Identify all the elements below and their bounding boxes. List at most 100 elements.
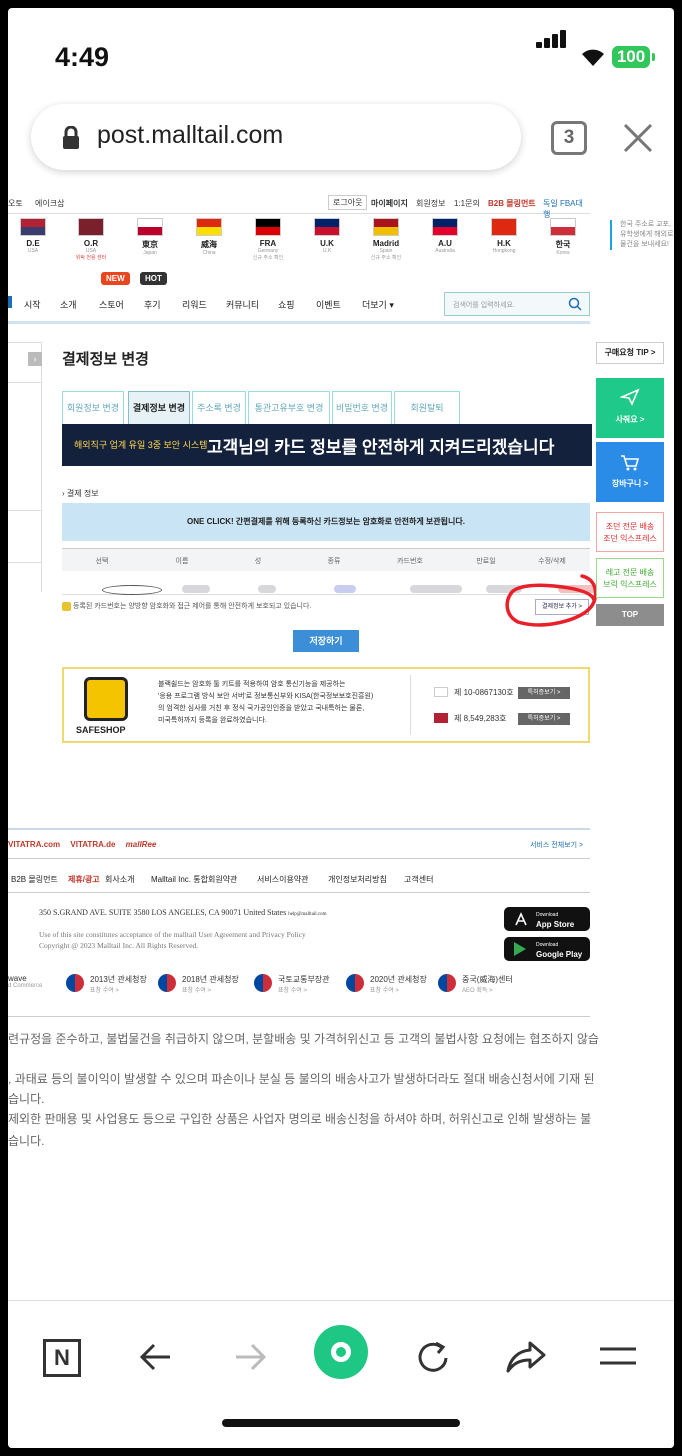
flag-item[interactable]: A.U Australia bbox=[420, 218, 470, 254]
flag-item[interactable]: U.K U.K bbox=[302, 218, 352, 254]
flag-label: FRA bbox=[259, 239, 277, 248]
nav-reward[interactable]: 리워드 bbox=[182, 298, 207, 311]
jordan-express-button[interactable]: 조던 전문 배송 조던 익스프레스 bbox=[596, 512, 664, 552]
service-all-link[interactable]: 서비스 전체보기 > bbox=[530, 840, 583, 850]
naver-home-icon[interactable]: N bbox=[43, 1339, 81, 1377]
fba-link[interactable]: 독일 FBA대행 bbox=[543, 198, 590, 220]
nav-event[interactable]: 이벤트 bbox=[316, 298, 341, 311]
country-flag-icon bbox=[196, 218, 222, 236]
patent-us-button[interactable]: 특허증보기 > bbox=[518, 713, 570, 725]
footer-link[interactable]: 고객센터 bbox=[404, 874, 433, 885]
col-edit-delete: 수정/삭제 bbox=[538, 558, 566, 565]
member-info-link[interactable]: 회원정보 bbox=[416, 198, 445, 209]
cart-button[interactable]: 장바구니 > bbox=[596, 442, 664, 502]
country-flag-icon bbox=[550, 218, 576, 236]
footer-link[interactable]: B2B 몰링먼트 bbox=[11, 874, 58, 885]
close-icon[interactable] bbox=[621, 121, 655, 155]
mypage-link[interactable]: 마이페이지 bbox=[371, 198, 408, 209]
table-header: 선택 이름 성 종류 카드번호 만료일 수정/삭제 bbox=[62, 549, 590, 571]
award-title: 2020년 관세청장 bbox=[370, 975, 427, 984]
award-item[interactable]: 2013년 관세청장 표창 수여 > bbox=[66, 974, 147, 994]
award-item[interactable]: 2020년 관세청장 표창 수여 > bbox=[346, 974, 427, 994]
award-item[interactable]: 중국(威海)센터 AEO 획득 > bbox=[438, 974, 513, 994]
footer-link[interactable]: 회사소개 bbox=[105, 874, 134, 885]
tab-customs-code[interactable]: 통관고유부호 변경 bbox=[248, 391, 330, 425]
section-label: › 결제 정보 bbox=[62, 489, 99, 498]
back-arrow-icon[interactable] bbox=[138, 1339, 174, 1375]
share-icon[interactable] bbox=[506, 1339, 546, 1375]
flag-label: Madrid bbox=[372, 239, 400, 248]
flag-label: 威海 bbox=[201, 240, 217, 249]
logout-button[interactable]: 로그아웃 bbox=[328, 195, 368, 210]
cart-icon bbox=[621, 455, 640, 471]
brick-express-button[interactable]: 레고 전문 배송 브릭 익스프레스 bbox=[596, 558, 664, 598]
nav-shopping[interactable]: 쇼핑 bbox=[278, 298, 295, 311]
nav-community[interactable]: 커뮤니티 bbox=[226, 298, 259, 311]
flag-item[interactable]: O.R USA 위탁 전용 센터 bbox=[66, 218, 116, 261]
award-title: 국토교통부장관 bbox=[278, 975, 330, 984]
tab-member-info[interactable]: 회원정보 변경 bbox=[62, 391, 124, 425]
wave-line: wave bbox=[8, 974, 27, 983]
footer-link[interactable]: 서비스이용약관 bbox=[257, 874, 309, 885]
buy-for-me-button[interactable]: 사줘요 > bbox=[596, 378, 664, 438]
award-emblem-icon bbox=[438, 974, 456, 992]
country-flag-icon bbox=[255, 218, 281, 236]
flag-item[interactable]: 한국 Korea bbox=[538, 218, 588, 256]
flag-label: H.K bbox=[497, 239, 511, 248]
award-sub: 표창 수여 > bbox=[278, 988, 307, 994]
tab-count-button[interactable]: 3 bbox=[551, 121, 587, 155]
topbar-link[interactable]: 오토 bbox=[8, 198, 23, 209]
address-bar[interactable]: post.malltail.com bbox=[31, 104, 521, 170]
patent-kr-button[interactable]: 특허증보기 > bbox=[518, 687, 570, 699]
footer-link[interactable]: 제휴/광고 bbox=[68, 874, 100, 885]
nav-more[interactable]: 더보기 ▾ bbox=[362, 298, 394, 311]
search-icon[interactable] bbox=[568, 297, 582, 311]
flag-note: 신규 주소 확인 bbox=[252, 255, 284, 261]
tab-address-book[interactable]: 주소록 변경 bbox=[192, 391, 246, 425]
nav-about[interactable]: 소개 bbox=[60, 298, 77, 311]
app-store-label: App Store bbox=[536, 920, 575, 929]
warehouse-flags: D.E USA O.R USA 위탁 전용 센터 東京 Japan 威海 China FRA Ger… bbox=[8, 218, 590, 270]
brand-vitatra-de[interactable]: VITATRA.de bbox=[70, 840, 115, 849]
tab-withdraw[interactable]: 회원탈퇴 bbox=[394, 391, 460, 425]
flag-item[interactable]: D.E USA bbox=[8, 218, 58, 254]
award-item[interactable]: 2018년 관세청장 표창 수여 > bbox=[158, 974, 239, 994]
sidebar-toggle-button[interactable]: › bbox=[28, 352, 42, 366]
forward-arrow-icon[interactable] bbox=[232, 1339, 268, 1375]
col-last-name: 성 bbox=[254, 558, 262, 565]
b2b-link[interactable]: B2B 몰링먼트 bbox=[488, 198, 536, 209]
flag-item[interactable]: 威海 China bbox=[184, 218, 234, 256]
topbar-link[interactable]: 에이크삽 bbox=[35, 198, 64, 209]
save-button[interactable]: 저장하기 bbox=[293, 630, 359, 652]
reload-icon[interactable] bbox=[414, 1339, 452, 1377]
brand-mallree[interactable]: mallRee bbox=[126, 840, 157, 849]
flag-item[interactable]: Madrid Spain 신규 주소 확인 bbox=[361, 218, 411, 261]
address-text: 350 S.GRAND AVE. SUITE 3580 LOS ANGELES,… bbox=[39, 908, 287, 917]
menu-icon[interactable] bbox=[598, 1339, 638, 1375]
award-item[interactable]: 국토교통부장관표창 수여 > bbox=[254, 974, 330, 994]
flag-item[interactable]: H.K Hongkong bbox=[479, 218, 529, 254]
inquiry-link[interactable]: 1:1문의 bbox=[454, 198, 480, 209]
flag-item[interactable]: FRA Germany 신규 주소 확인 bbox=[243, 218, 293, 261]
nav-review[interactable]: 후기 HOT bbox=[140, 272, 167, 311]
award-sub: 표창 수여 > bbox=[182, 988, 211, 994]
flag-item[interactable]: 東京 Japan bbox=[125, 218, 175, 256]
shield-icon bbox=[62, 601, 71, 611]
tab-payment-info[interactable]: 결제정보 변경 bbox=[128, 391, 190, 425]
brand-vitatra-com[interactable]: VITATRA.com bbox=[8, 840, 60, 849]
tab-password[interactable]: 비밀번호 변경 bbox=[332, 391, 392, 425]
award-emblem-icon bbox=[66, 974, 84, 992]
country-flag-icon bbox=[373, 218, 399, 236]
footer-link[interactable]: 개인정보처리방침 bbox=[328, 874, 387, 885]
nav-store[interactable]: 스토어 NEW bbox=[99, 272, 130, 311]
country-flag-icon bbox=[20, 218, 46, 236]
footer-link[interactable]: Malltail Inc. 통합회원약관 bbox=[151, 874, 237, 885]
purchase-tip-button[interactable]: 구매요청 TIP > bbox=[596, 342, 664, 364]
notice-line: 련규정을 준수하고, 불법물건을 취급하지 않으며, 분할배송 및 가격허위신고… bbox=[8, 1032, 599, 1046]
green-dot-button[interactable] bbox=[314, 1325, 368, 1379]
country-flag-icon bbox=[491, 218, 517, 236]
payment-info-banner: ONE CLICK! 간편결제를 위해 등록하신 카드정보는 암호화로 안전하게… bbox=[62, 503, 590, 541]
nav-start[interactable]: 시작 bbox=[24, 298, 41, 311]
patent-us: 제 8,549,283호 bbox=[454, 714, 507, 723]
top-button[interactable]: TOP bbox=[596, 604, 664, 626]
